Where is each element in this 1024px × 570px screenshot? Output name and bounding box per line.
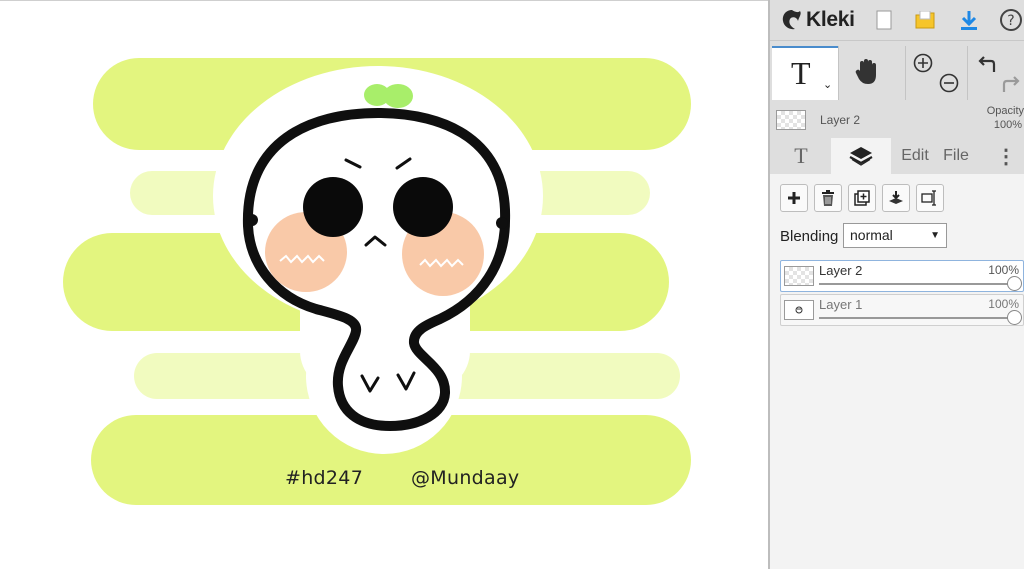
blending-select[interactable]: normal ▼	[843, 223, 947, 248]
help-icon[interactable]: ?	[999, 8, 1023, 32]
drawing-canvas[interactable]: #hd247 @Mundaay	[0, 0, 768, 569]
text-cursor-icon	[921, 190, 936, 206]
tab-file[interactable]: File	[936, 138, 976, 174]
tab-layers[interactable]	[831, 138, 891, 174]
merge-down-icon	[889, 191, 903, 204]
opacity-slider-track[interactable]	[819, 317, 1009, 319]
layer-item-layer-2[interactable]: Layer 2 100%	[780, 260, 1024, 292]
sprout	[364, 84, 413, 108]
artwork	[63, 58, 691, 505]
add-layer-button[interactable]	[780, 184, 808, 212]
trash-icon	[822, 190, 834, 206]
eye-left	[303, 177, 363, 237]
zoom-out-icon[interactable]	[938, 72, 960, 99]
sidebar: Kleki ? T ⌄ Layer 2 Opacity 100% T Edit …	[768, 0, 1024, 569]
more-menu-icon[interactable]: ⋮	[994, 138, 1018, 174]
layer-opacity: 100%	[988, 263, 1019, 277]
kleki-logo-icon	[782, 10, 801, 30]
top-toolbar: Kleki ?	[770, 0, 1024, 41]
delete-layer-button[interactable]	[814, 184, 842, 212]
dropdown-arrow-icon: ▼	[930, 230, 940, 241]
layer-name: Layer 2	[819, 263, 863, 278]
current-layer-thumbnail	[776, 110, 806, 130]
layers-icon	[849, 147, 873, 166]
opacity-slider-knob[interactable]	[1007, 276, 1022, 291]
merge-down-button[interactable]	[882, 184, 910, 212]
app-name: Kleki	[806, 8, 855, 31]
caption-handle: @Mundaay	[411, 467, 520, 489]
download-icon[interactable]	[957, 8, 981, 32]
new-file-icon[interactable]	[872, 8, 896, 32]
opacity-value: 100%	[993, 119, 1022, 131]
blending-label: Blending	[780, 228, 839, 245]
layer-name: Layer 1	[819, 297, 863, 312]
chevron-down-icon[interactable]: ⌄	[823, 78, 832, 91]
layer-thumbnail	[784, 300, 814, 320]
tool-row: T ⌄	[770, 46, 1024, 100]
text-tool[interactable]: T ⌄	[772, 46, 838, 100]
current-layer-name: Layer 2	[820, 113, 861, 127]
eye-right	[393, 177, 453, 237]
tab-edit[interactable]: Edit	[895, 138, 935, 174]
layer-item-layer-1[interactable]: Layer 1 100%	[780, 294, 1024, 326]
duplicate-icon	[854, 190, 870, 206]
layer-thumbnail	[784, 266, 814, 286]
caption-hashtag: #hd247	[285, 467, 364, 489]
tab-text[interactable]: T	[784, 138, 818, 174]
panel-tabs: T Edit File ⋮	[770, 138, 1024, 174]
opacity-label: Opacity	[986, 105, 1024, 117]
layer-opacity: 100%	[988, 297, 1019, 311]
zoom-in-icon[interactable]	[912, 52, 934, 79]
undo-icon[interactable]	[978, 54, 998, 79]
opacity-slider-knob[interactable]	[1007, 310, 1022, 325]
layers-panel: Blending normal ▼ Layer 2 100% Layer 1 1…	[770, 174, 1024, 569]
plus-icon	[788, 192, 800, 204]
current-layer-info: Layer 2 Opacity 100%	[770, 104, 1024, 136]
open-folder-icon[interactable]	[913, 8, 937, 32]
redo-icon[interactable]	[1000, 74, 1020, 99]
app-logo[interactable]: Kleki	[780, 6, 855, 34]
duplicate-layer-button[interactable]	[848, 184, 876, 212]
opacity-slider-track[interactable]	[819, 283, 1009, 285]
hand-tool[interactable]	[854, 58, 880, 91]
layer-transform-button[interactable]	[916, 184, 944, 212]
svg-text:?: ?	[1007, 13, 1014, 29]
hand-icon	[855, 59, 876, 84]
